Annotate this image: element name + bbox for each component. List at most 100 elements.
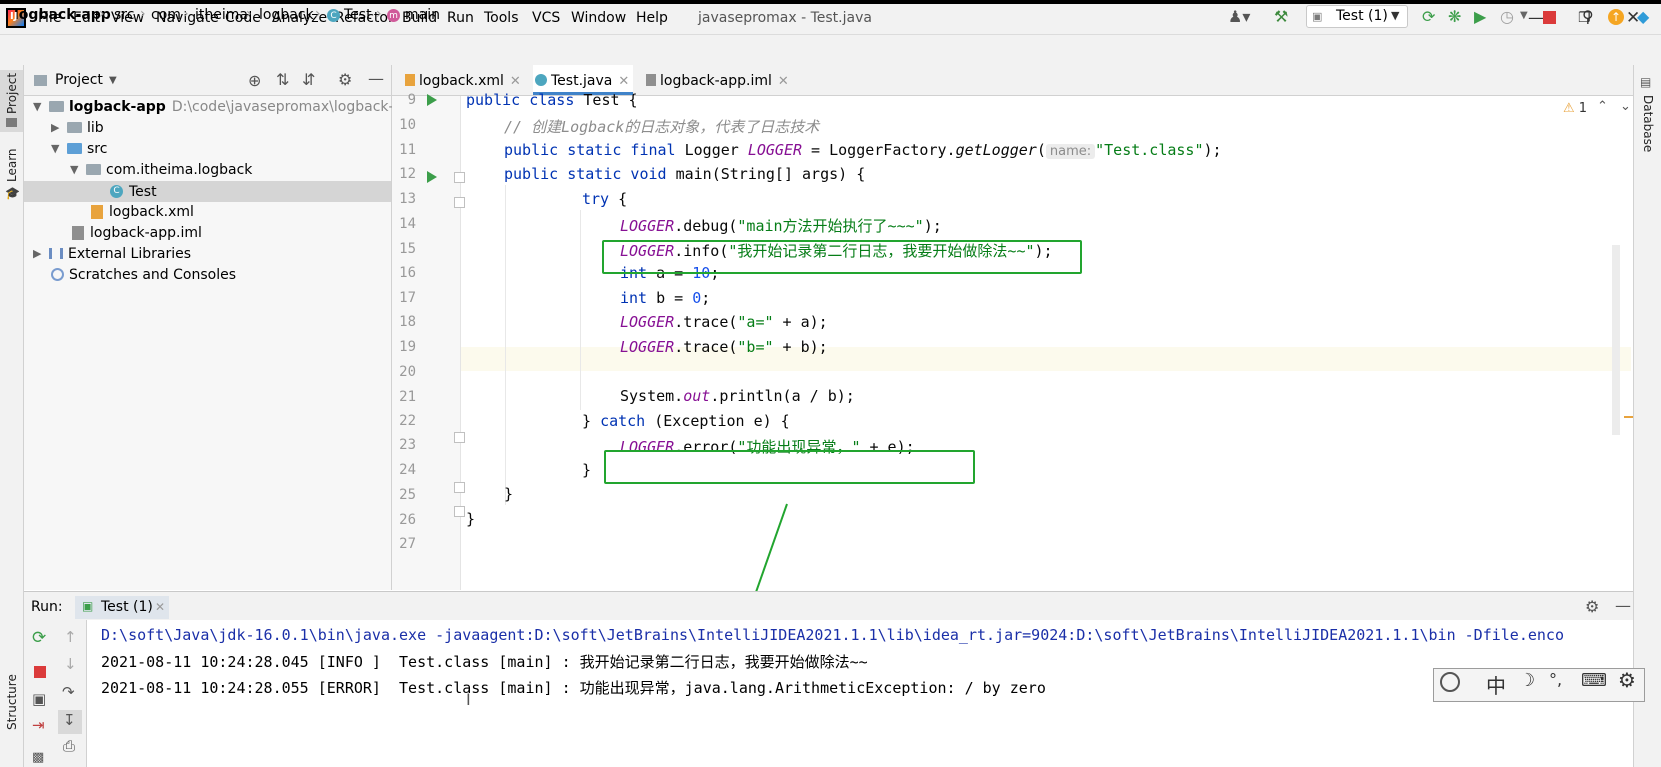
exit-icon[interactable]: ⇥ <box>32 716 45 734</box>
build-hammer-icon[interactable]: ⚒ <box>1274 7 1288 26</box>
ime-settings-icon[interactable]: ⚙ <box>1618 668 1636 692</box>
tree-item-logback-xml[interactable]: logback.xml <box>91 201 194 222</box>
breadcrumb-src[interactable]: src <box>114 7 134 23</box>
user-icon[interactable]: ♟▾ <box>1228 7 1250 26</box>
tree-item-test[interactable]: C Test <box>110 181 157 202</box>
breadcrumb-project[interactable]: logback-app <box>14 7 111 23</box>
close-tab-icon[interactable]: ✕ <box>510 74 521 89</box>
menu-run[interactable]: Run <box>447 10 474 26</box>
more-icon[interactable]: ▩ <box>32 750 44 765</box>
stop-icon[interactable] <box>1543 11 1556 24</box>
run-main-icon[interactable] <box>427 171 437 183</box>
code-line-24[interactable]: } <box>582 461 591 479</box>
locate-icon[interactable]: ⊕ <box>248 71 261 90</box>
code-line-10[interactable]: // 创建Logback的日志对象，代表了日志技术 <box>504 116 819 137</box>
hide-panel-icon[interactable]: — <box>368 69 384 88</box>
project-tool-label[interactable]: Project <box>5 73 19 114</box>
code-line-26[interactable]: } <box>466 510 475 528</box>
chevron-down-icon[interactable]: ▼ <box>109 75 117 86</box>
ime-toolbar[interactable] <box>1433 668 1645 702</box>
down-arrow-icon[interactable]: ↓ <box>64 655 77 673</box>
tab-logback-app-iml[interactable]: logback-app.iml ✕ <box>646 73 789 89</box>
collapse-all-icon[interactable]: ⇵ <box>302 70 315 89</box>
chevron-down-icon[interactable]: ▼ <box>70 163 86 176</box>
breadcrumb-itheima[interactable]: itheima <box>195 7 248 23</box>
tree-item-package[interactable]: ▼ com.itheima.logback <box>70 159 252 180</box>
breadcrumb-com[interactable]: com <box>151 7 181 23</box>
coverage-icon[interactable]: ▶ <box>1474 7 1486 26</box>
code-line-12[interactable]: public static void main(String[] args) { <box>504 165 865 183</box>
code-line-21[interactable]: System.out.println(a / b); <box>620 387 855 405</box>
breadcrumb-test[interactable]: Test <box>344 7 372 23</box>
fold-marker-icon[interactable] <box>454 506 465 517</box>
tree-item-iml[interactable]: logback-app.iml <box>72 222 202 243</box>
ime-moon-icon[interactable]: ☽ <box>1519 670 1535 691</box>
database-tool-label[interactable]: Database <box>1641 95 1655 152</box>
soft-wrap-icon[interactable]: ↷ <box>62 683 75 701</box>
gear-icon[interactable]: ⚙ <box>1585 597 1599 616</box>
tree-item-root[interactable]: ▼ logback-app D:\code\javasepromax\logba… <box>33 96 420 117</box>
run-tab-label[interactable]: Test (1) <box>101 599 153 615</box>
menu-vcs[interactable]: VCS <box>532 10 560 26</box>
fold-marker-icon[interactable] <box>454 482 465 493</box>
menu-tools[interactable]: Tools <box>484 10 519 26</box>
warning-count[interactable]: ⚠ 1 <box>1563 101 1587 116</box>
tree-item-src[interactable]: ▼ src <box>51 138 107 159</box>
previous-highlight-icon[interactable]: ⌃ <box>1597 99 1608 114</box>
code-line-18[interactable]: LOGGER.trace("a=" + a); <box>620 313 828 331</box>
chevron-down-icon[interactable]: ▼ <box>1391 9 1399 22</box>
search-icon[interactable]: ⚲ <box>1582 7 1594 26</box>
chevron-right-icon[interactable]: ▶ <box>33 247 49 260</box>
database-icon[interactable]: ▤ <box>1640 75 1651 89</box>
rerun-icon[interactable]: ⟳ <box>32 628 46 648</box>
print-icon[interactable]: ⎙ <box>63 737 75 755</box>
chevron-right-icon[interactable]: ▶ <box>51 121 67 134</box>
code-line-17[interactable]: int b = 0; <box>620 289 710 307</box>
code-line-13[interactable]: try { <box>582 190 627 208</box>
run-class-icon[interactable] <box>427 94 437 106</box>
code-line-19[interactable]: LOGGER.trace("b=" + b); <box>620 338 828 356</box>
chevron-down-icon[interactable]: ▼ <box>1520 10 1528 21</box>
breadcrumb-main[interactable]: main <box>405 7 440 23</box>
debug-icon[interactable]: ❋ <box>1448 7 1461 26</box>
learn-tool-label[interactable]: Learn <box>5 148 19 182</box>
gear-icon[interactable]: ⚙ <box>338 70 352 89</box>
chevron-down-icon[interactable]: ▼ <box>33 100 49 113</box>
stop-icon[interactable] <box>34 666 46 678</box>
tree-item-lib[interactable]: ▶ lib <box>51 117 104 138</box>
tree-item-scratches[interactable]: Scratches and Consoles <box>51 264 236 285</box>
expand-all-icon[interactable]: ⇅ <box>276 70 289 89</box>
close-tab-icon[interactable]: ✕ <box>618 74 629 89</box>
close-tab-icon[interactable]: ✕ <box>778 74 789 89</box>
project-panel-title[interactable]: Project <box>55 72 103 88</box>
structure-tool-label[interactable]: Structure <box>5 674 19 730</box>
chevron-down-icon[interactable]: ▼ <box>51 142 67 155</box>
update-icon[interactable]: ↑ <box>1608 9 1624 25</box>
code-line-25[interactable]: } <box>504 485 513 503</box>
code-line-22[interactable]: } catch (Exception e) { <box>582 412 790 430</box>
ime-logo-icon[interactable] <box>1440 672 1460 692</box>
ime-punctuation-icon[interactable]: °, <box>1549 670 1562 689</box>
fold-marker-icon[interactable] <box>454 172 465 183</box>
close-tab-icon[interactable]: ✕ <box>155 600 165 614</box>
code-line-11[interactable]: public static final Logger LOGGER = Logg… <box>504 141 1222 159</box>
plugin-icon[interactable]: ◆ <box>1637 7 1649 26</box>
ime-keyboard-icon[interactable]: ⌨ <box>1581 670 1607 691</box>
menu-window[interactable]: Window <box>571 10 626 26</box>
up-arrow-icon[interactable]: ↑ <box>64 628 77 646</box>
tab-test-java[interactable]: Test.java ✕ <box>535 73 629 89</box>
tree-item-external-libraries[interactable]: ▶ External Libraries <box>33 243 191 264</box>
profile-icon[interactable]: ◷ <box>1500 7 1514 26</box>
camera-icon[interactable]: ▣ <box>32 690 46 708</box>
hide-panel-icon[interactable]: — <box>1615 596 1631 615</box>
breadcrumb-logback[interactable]: logback <box>259 7 314 23</box>
code-line-9[interactable]: public class Test { <box>466 91 638 109</box>
menu-help[interactable]: Help <box>636 10 668 26</box>
ime-language[interactable]: 中 <box>1486 670 1506 699</box>
scroll-to-end-icon[interactable]: ↧ <box>63 711 76 729</box>
fold-marker-icon[interactable] <box>454 197 465 208</box>
tab-logback-xml[interactable]: logback.xml ✕ <box>405 73 521 89</box>
rerun-icon[interactable]: ⟳ <box>1422 7 1435 26</box>
fold-marker-icon[interactable] <box>454 432 465 443</box>
editor-scrollbar[interactable] <box>1612 245 1620 435</box>
